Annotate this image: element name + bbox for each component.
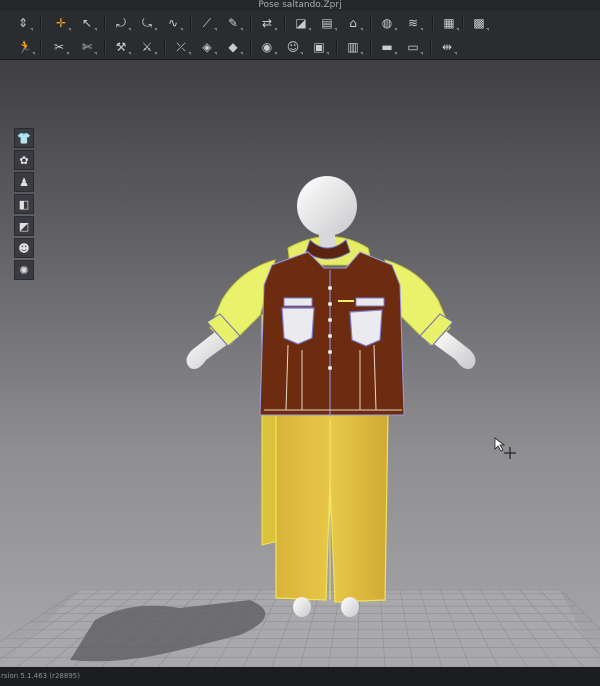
avatar-pose-icon[interactable]: 🏃 — [16, 38, 35, 56]
status-bar: rsion 5.1.463 (r28895) — [0, 667, 600, 686]
move-cursor-icon — [494, 437, 516, 459]
button-place-icon[interactable]: ☺ — [284, 38, 303, 56]
right-foot — [341, 597, 359, 617]
toolbar-separator — [190, 16, 192, 30]
tack-icon[interactable]: ✎ — [224, 14, 243, 32]
button-icon[interactable]: ◍ — [378, 14, 397, 32]
avatar-icon[interactable]: ♟ — [14, 172, 34, 192]
select-mesh-icon[interactable]: ⤫ — [172, 38, 191, 56]
zipper-icon[interactable]: ≋ — [404, 14, 423, 32]
toolbar-separator — [250, 16, 252, 30]
version-label: rsion 5.1.463 (r28895) — [1, 672, 80, 680]
fit-map-icon[interactable]: ⚒ — [112, 38, 131, 56]
free-sew-icon[interactable]: ∿ — [164, 14, 183, 32]
right-pocket — [349, 309, 383, 347]
fold-icon[interactable]: ◪ — [292, 14, 311, 32]
sewing-icon[interactable]: ⤾ — [112, 14, 131, 32]
arrange-icon[interactable]: ⌂ — [344, 14, 363, 32]
toolbar-separator — [432, 16, 434, 30]
puckering-icon[interactable]: ▦ — [440, 14, 459, 32]
avatar-skin-icon[interactable]: ☻ — [14, 238, 34, 258]
toolbar-separator — [462, 16, 464, 30]
pin-icon[interactable]: ⟋ — [198, 14, 217, 32]
transform-icon[interactable]: ⇕ — [14, 14, 33, 32]
tape-icon[interactable]: ▤ — [318, 14, 337, 32]
left-pocket — [281, 307, 315, 345]
toolbar-separator — [40, 16, 42, 30]
grid-icon[interactable]: ▩ — [470, 14, 489, 32]
view-sidebar: 👕 ✿ ♟ ◧ ◩ ☻ ✺ — [14, 128, 34, 282]
sewing-line-icon[interactable]: ✿ — [14, 150, 34, 170]
strengthen-icon[interactable]: ⇄ — [258, 14, 277, 32]
measure-edit-icon[interactable]: ✄ — [78, 38, 97, 56]
texture-icon[interactable]: ▥ — [344, 38, 363, 56]
left-pocket-flap — [283, 297, 313, 307]
toolbar-separator — [104, 40, 106, 54]
toolbar-separator — [370, 16, 372, 30]
ruler-icon[interactable]: ▭ — [404, 38, 423, 56]
fabric-icon[interactable]: ◆ — [224, 38, 243, 56]
vest — [259, 251, 405, 416]
layer-icon[interactable]: ▬ — [378, 38, 397, 56]
trim-icon[interactable]: ◉ — [258, 38, 277, 56]
shading-icon[interactable]: ◩ — [14, 216, 34, 236]
graphic-icon[interactable]: ▣ — [310, 38, 329, 56]
right-pocket-flap — [355, 297, 385, 307]
toolbar-separator — [284, 16, 286, 30]
left-foot — [293, 597, 311, 617]
toolbar-separator — [40, 40, 42, 54]
pin-mesh-icon[interactable]: ◈ — [198, 38, 217, 56]
3d-scene[interactable] — [0, 60, 600, 667]
measure-icon[interactable]: ✂ — [50, 38, 69, 56]
toolbar-separator — [104, 16, 106, 30]
avatar-neck — [319, 232, 335, 248]
toolbar-separator — [370, 40, 372, 54]
toolbar-separator — [164, 40, 166, 54]
pants — [275, 409, 389, 603]
avatar-head — [297, 176, 357, 236]
arrangement-point-icon[interactable]: ✺ — [14, 260, 34, 280]
window-title: Pose saltando.Zprj — [0, 0, 600, 11]
toolbar-separator — [336, 40, 338, 54]
3d-viewport[interactable]: 👕 ✿ ♟ ◧ ◩ ☻ ✺ — [0, 60, 600, 667]
edit-pattern-icon[interactable]: ↖ — [78, 14, 97, 32]
app-window: Pose saltando.Zprj ⇕ ✛ ↖ ⤾ ⤿ ∿ ⟋ ✎ ⇄ ◪ ▤ ⌂ ◍ ≋ ▦ ▩ 🏃 ✂ ✄ ⚒… — [0, 0, 600, 686]
garment-icon[interactable]: 👕 — [14, 128, 34, 148]
fabric-view-icon[interactable]: ◧ — [14, 194, 34, 214]
toolbar-separator — [430, 40, 432, 54]
segment-sew-icon[interactable]: ⤿ — [138, 14, 157, 32]
stress-map-icon[interactable]: ⚔ — [138, 38, 157, 56]
move-icon[interactable]: ✛ — [52, 14, 71, 32]
toolbar-bottom: 🏃 ✂ ✄ ⚒ ⚔ ⤫ ◈ ◆ ◉ ☺ ▣ ▥ ▬ ▭ ⇹ — [0, 35, 600, 60]
toolbar-separator — [250, 40, 252, 54]
toolbar-top: ⇕ ✛ ↖ ⤾ ⤿ ∿ ⟋ ✎ ⇄ ◪ ▤ ⌂ ◍ ≋ ▦ ▩ — [0, 11, 600, 36]
split-icon[interactable]: ⇹ — [438, 38, 457, 56]
